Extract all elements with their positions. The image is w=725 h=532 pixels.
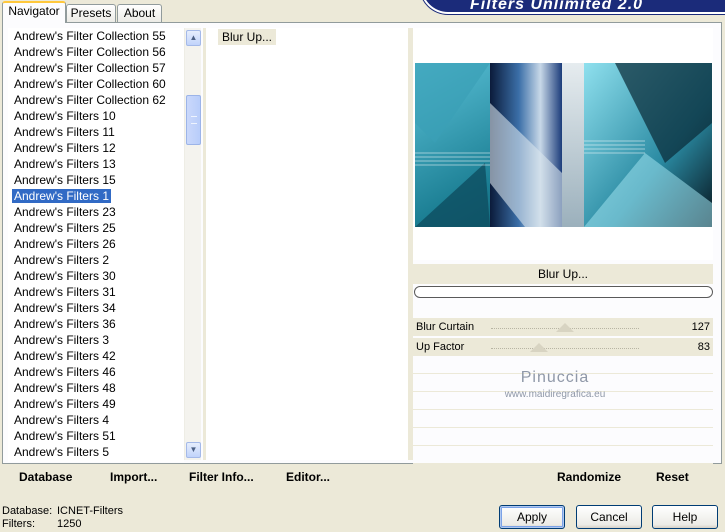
category-label: Andrew's Filters 13: [14, 157, 116, 171]
randomize-button[interactable]: Randomize: [557, 464, 621, 490]
category-label: Andrew's Filters 26: [14, 237, 116, 251]
category-label: Andrew's Filter Collection 55: [14, 29, 166, 43]
category-label: Andrew's Filters 11: [14, 125, 115, 139]
progress-bar: [414, 286, 713, 298]
database-button[interactable]: Database: [19, 464, 72, 490]
reset-button[interactable]: Reset: [656, 464, 689, 490]
category-list[interactable]: Andrew's Filter Collection 55 Andrew's Fi…: [8, 28, 184, 462]
category-item[interactable]: Andrew's Filters 3: [8, 332, 184, 348]
category-label: Andrew's Filters 48: [14, 381, 116, 395]
category-item[interactable]: Andrew's Filters 34: [8, 300, 184, 316]
category-label: Andrew's Filter Collection 60: [14, 77, 166, 91]
category-label: Andrew's Filters 25: [14, 221, 116, 235]
category-item[interactable]: Andrew's Filters 49: [8, 396, 184, 412]
category-item[interactable]: Andrew's Filters 42: [8, 348, 184, 364]
scroll-up-button[interactable]: ▲: [186, 30, 201, 46]
category-item[interactable]: Andrew's Filters 10: [8, 108, 184, 124]
slider-value: 127: [691, 321, 710, 333]
slider-label: Up Factor: [416, 341, 465, 353]
apply-button[interactable]: Apply: [499, 505, 565, 529]
category-item[interactable]: Andrew's Filters 30: [8, 268, 184, 284]
filter-info-button[interactable]: Filter Info...: [189, 464, 254, 490]
category-item[interactable]: Andrew's Filters 12: [8, 140, 184, 156]
filter-item-blur-up[interactable]: Blur Up...: [218, 29, 277, 45]
category-label: Andrew's Filters 15: [14, 173, 116, 187]
slider-blur-curtain[interactable]: Blur Curtain 127: [413, 318, 713, 336]
category-label: Andrew's Filters 12: [14, 141, 116, 155]
current-filter-name: Blur Up...: [413, 264, 713, 284]
category-label: Andrew's Filters 2: [14, 253, 109, 267]
status-filters-value: 1250: [57, 518, 82, 530]
category-item[interactable]: Andrew's Filters 4: [8, 412, 184, 428]
tab-about[interactable]: About: [117, 4, 162, 22]
slider-knob[interactable]: [555, 323, 574, 332]
status-filters-label: Filters:: [2, 518, 35, 530]
slider-value: 83: [697, 341, 710, 353]
category-item[interactable]: Andrew's Filters 51: [8, 428, 184, 444]
watermark-url: www.maidiregrafica.eu: [504, 389, 606, 400]
slider-track[interactable]: [491, 348, 639, 352]
category-label: Andrew's Filters 36: [14, 317, 116, 331]
slider-up-factor[interactable]: Up Factor 83: [413, 338, 713, 356]
category-item[interactable]: Andrew's Filters 15: [8, 172, 184, 188]
category-label: Andrew's Filters 1: [11, 188, 112, 204]
category-scrollbar[interactable]: ▲ ▼: [184, 28, 201, 460]
category-item[interactable]: Andrew's Filter Collection 56: [8, 44, 184, 60]
category-label: Andrew's Filters 51: [14, 429, 116, 443]
status-database: Database: ICNET-Filters: [2, 505, 123, 517]
app-title: Filters Unlimited 2.0: [470, 0, 644, 13]
slider-empty: [413, 446, 713, 464]
slider-knob[interactable]: [530, 343, 549, 352]
status-database-label: Database:: [2, 505, 53, 517]
category-item[interactable]: Andrew's Filters 11: [8, 124, 184, 140]
category-label: Andrew's Filters 4: [14, 413, 109, 427]
grip-icon: [191, 116, 197, 124]
cancel-button[interactable]: Cancel: [576, 505, 642, 529]
watermark: Pinuccia www.maidiregrafica.eu: [480, 369, 630, 400]
category-label: Andrew's Filters 42: [14, 349, 116, 363]
category-item[interactable]: Andrew's Filters 48: [8, 380, 184, 396]
category-label: Andrew's Filters 3: [14, 333, 109, 347]
preview-image[interactable]: [415, 63, 712, 227]
slider-empty: [413, 428, 713, 446]
category-label: Andrew's Filters 49: [14, 397, 116, 411]
import-button[interactable]: Import...: [110, 464, 157, 490]
category-label: Andrew's Filters 31: [14, 285, 116, 299]
slider-empty: [413, 410, 713, 428]
watermark-name: Pinuccia: [520, 369, 590, 386]
category-item[interactable]: Andrew's Filters 26: [8, 236, 184, 252]
category-item[interactable]: Andrew's Filters 36: [8, 316, 184, 332]
category-label: Andrew's Filter Collection 57: [14, 61, 166, 75]
category-label: Andrew's Filters 10: [14, 109, 116, 123]
help-button[interactable]: Help: [652, 505, 718, 529]
category-item[interactable]: Andrew's Filters 31: [8, 284, 184, 300]
category-item[interactable]: Andrew's Filter Collection 60: [8, 76, 184, 92]
category-item[interactable]: Andrew's Filters 2: [8, 252, 184, 268]
tab-presets[interactable]: Presets: [66, 4, 116, 22]
editor-button[interactable]: Editor...: [286, 464, 330, 490]
category-item[interactable]: Andrew's Filters 1: [8, 188, 184, 204]
tab-navigator[interactable]: Navigator: [2, 1, 66, 23]
category-item[interactable]: Andrew's Filters 25: [8, 220, 184, 236]
scroll-down-button[interactable]: ▼: [186, 442, 201, 458]
filter-list[interactable]: Blur Up...: [206, 28, 408, 460]
status-database-value: ICNET-Filters: [57, 505, 123, 517]
category-item[interactable]: Andrew's Filters 5: [8, 444, 184, 460]
category-label: Andrew's Filters 30: [14, 269, 116, 283]
status-filters: Filters: 1250: [2, 518, 81, 530]
category-label: Andrew's Filter Collection 62: [14, 93, 166, 107]
category-item[interactable]: Andrew's Filter Collection 55: [8, 28, 184, 44]
category-label: Andrew's Filters 23: [14, 205, 116, 219]
category-label: Andrew's Filters 46: [14, 365, 116, 379]
category-label: Andrew's Filter Collection 56: [14, 45, 166, 59]
category-item[interactable]: Andrew's Filter Collection 62: [8, 92, 184, 108]
category-item[interactable]: Andrew's Filters 46: [8, 364, 184, 380]
slider-label: Blur Curtain: [416, 321, 475, 333]
category-label: Andrew's Filters 5: [14, 445, 109, 459]
category-item[interactable]: Andrew's Filters 23: [8, 204, 184, 220]
category-item[interactable]: Andrew's Filter Collection 57: [8, 60, 184, 76]
scroll-thumb[interactable]: [186, 95, 201, 145]
category-label: Andrew's Filters 34: [14, 301, 116, 315]
category-item[interactable]: Andrew's Filters 13: [8, 156, 184, 172]
